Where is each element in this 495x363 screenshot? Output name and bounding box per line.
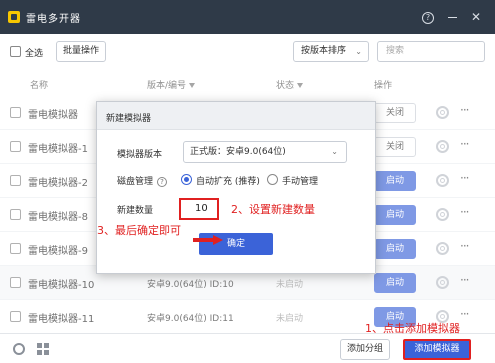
add-emulator-button[interactable]: 添加模拟器 bbox=[403, 339, 471, 360]
count-input[interactable]: 10 bbox=[179, 198, 219, 220]
title-bar: 雷电多开器 ? ✕ bbox=[0, 0, 495, 34]
add-group-button[interactable]: 添加分组 bbox=[340, 339, 390, 360]
window-title: 雷电多开器 bbox=[26, 14, 81, 25]
disk-auto-label: 自动扩充 (推荐) bbox=[196, 177, 260, 187]
version-label: 模拟器版本 bbox=[117, 150, 163, 160]
disk-manual-label: 手动管理 bbox=[282, 177, 319, 187]
close-icon[interactable]: ✕ bbox=[467, 8, 485, 26]
arrow-right-icon bbox=[193, 235, 223, 245]
select-all-checkbox[interactable] bbox=[10, 46, 21, 57]
sort-select[interactable]: 按版本排序 ⌄ bbox=[293, 41, 369, 62]
minimize-icon[interactable] bbox=[443, 8, 461, 26]
dialog-title: 新建模拟器 bbox=[106, 114, 152, 124]
step1-annotation: 1、点击添加模拟器 bbox=[365, 322, 460, 335]
disk-manual-radio[interactable] bbox=[267, 174, 278, 185]
help-circle-icon[interactable]: ? bbox=[157, 176, 168, 187]
dialog-header: 新建模拟器 bbox=[97, 102, 375, 130]
select-all-label: 全选 bbox=[25, 49, 44, 59]
version-select[interactable]: 正式版：安卓9.0(64位) ⌄ bbox=[183, 141, 347, 163]
new-emulator-dialog: 新建模拟器 模拟器版本 正式版：安卓9.0(64位) ⌄ 磁盘管理? 自动扩充 … bbox=[96, 101, 376, 274]
sort-select-value: 按版本排序 bbox=[301, 46, 347, 56]
step2-annotation: 2、设置新建数量 bbox=[231, 203, 315, 216]
disk-auto-radio[interactable] bbox=[181, 174, 192, 185]
chevron-down-icon: ⌄ bbox=[331, 147, 338, 156]
search-input[interactable]: 搜索 bbox=[377, 41, 485, 62]
batch-operation-button[interactable]: 批量操作 bbox=[56, 41, 106, 62]
chevron-down-icon: ⌄ bbox=[355, 47, 362, 56]
app-logo-icon bbox=[8, 11, 20, 23]
grid-view-icon[interactable] bbox=[37, 343, 49, 355]
disk-label-text: 磁盘管理 bbox=[117, 177, 154, 187]
disk-label: 磁盘管理? bbox=[117, 174, 168, 187]
step3-annotation: 3、最后确定即可 bbox=[97, 224, 181, 237]
settings-gear-icon[interactable] bbox=[13, 343, 25, 355]
count-label: 新建数量 bbox=[117, 206, 154, 216]
toolbar: 全选 批量操作 按版本排序 ⌄ 搜索 bbox=[0, 34, 495, 70]
help-icon[interactable]: ? bbox=[419, 8, 437, 26]
version-select-value: 正式版：安卓9.0(64位) bbox=[190, 147, 286, 157]
bottom-bar: 添加分组 添加模拟器 bbox=[0, 333, 495, 363]
